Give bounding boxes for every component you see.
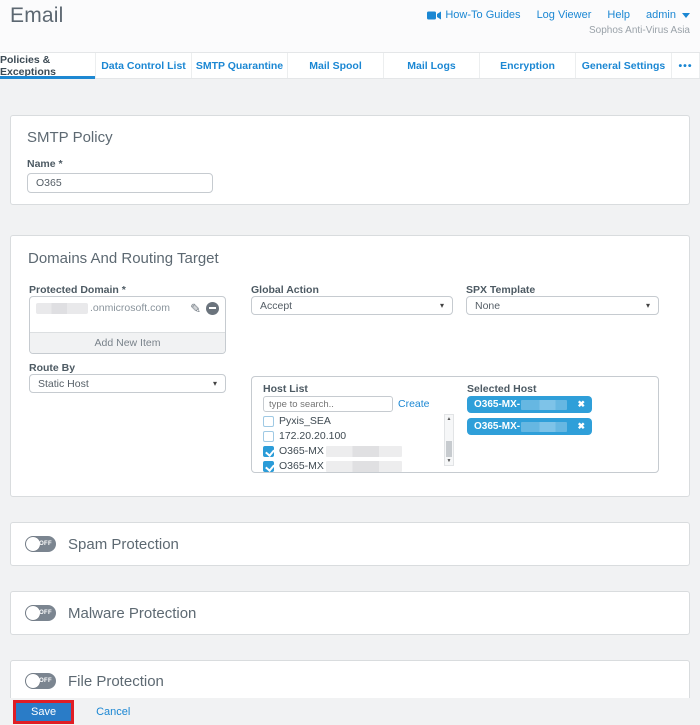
spam-protection-toggle[interactable]: OFF [25,536,56,552]
redacted-domain-prefix [36,303,88,314]
help-link[interactable]: Help [607,9,630,21]
tab-policies-exceptions[interactable]: Policies & Exceptions [0,53,96,78]
header-links: How-To Guides Log Viewer Help admin [427,9,690,21]
host-list-item[interactable]: O365-MX [263,459,439,473]
action-footer: Save Cancel [0,698,700,725]
host-list-item[interactable]: O365-MX [263,444,439,458]
tab-overflow-more[interactable]: ••• [672,53,700,78]
cancel-link[interactable]: Cancel [96,706,130,718]
host-list-title: Host List [263,383,308,395]
tab-mail-logs[interactable]: Mail Logs [384,53,480,78]
host-search-input[interactable] [263,396,393,412]
remove-minus-icon[interactable] [206,302,219,315]
protected-domain-row: .onmicrosoft.com ✎ [30,297,225,319]
redacted-chip-suffix [521,400,567,410]
host-checkbox[interactable] [263,416,274,427]
save-button[interactable]: Save [16,703,71,721]
selected-host-title: Selected Host [467,383,536,395]
selected-host-chips: O365-MX- ✖ O365-MX- ✖ [467,396,592,440]
host-checkbox[interactable] [263,461,274,472]
annotation-highlight-red-box: Save [13,700,74,724]
tab-bar: Policies & Exceptions Data Control List … [0,52,700,79]
host-list-item[interactable]: Pyxis_SEA [263,414,439,428]
route-by-label: Route By [29,362,75,374]
redacted-host-suffix [326,446,402,457]
spx-template-select[interactable]: None ▾ [466,296,659,315]
smtp-policy-card: SMTP Policy Name * [10,115,690,205]
redacted-host-suffix [326,461,402,472]
chevron-down-icon [682,13,690,18]
toggle-state-label: OFF [39,541,52,547]
tab-mail-spool[interactable]: Mail Spool [288,53,384,78]
file-protection-toggle[interactable]: OFF [25,673,56,689]
domains-routing-card: Domains And Routing Target Protected Dom… [10,235,690,497]
spam-protection-card: OFF Spam Protection [10,522,690,566]
toggle-knob [26,606,40,620]
tab-smtp-quarantine[interactable]: SMTP Quarantine [192,53,288,78]
admin-menu[interactable]: admin [646,9,690,21]
ellipsis-icon: ••• [678,60,692,72]
remove-chip-icon[interactable]: ✖ [577,400,585,409]
global-action-label: Global Action [251,284,319,296]
host-checkbox[interactable] [263,431,274,442]
spx-template-label: SPX Template [466,284,535,296]
host-list-item[interactable]: 172.20.20.100 [263,429,439,443]
domains-routing-title: Domains And Routing Target [28,250,219,267]
select-caret-icon: ▾ [646,301,650,310]
page-header: Email How-To Guides Log Viewer Help admi… [0,0,700,52]
how-to-guides-link[interactable]: How-To Guides [427,9,520,21]
remove-chip-icon[interactable]: ✖ [577,422,585,431]
selected-host-chip: O365-MX- ✖ [467,396,592,413]
protected-domain-value: .onmicrosoft.com [90,302,190,314]
host-checkbox[interactable] [263,446,274,457]
toggle-state-label: OFF [39,610,52,616]
create-host-link[interactable]: Create [398,398,430,410]
video-camera-icon [427,11,441,20]
log-viewer-link[interactable]: Log Viewer [537,9,592,21]
scroll-down-icon[interactable]: ▼ [445,457,453,465]
selected-host-chip: O365-MX- ✖ [467,418,592,435]
host-list-scrollbar[interactable]: ▲ ▼ [444,414,454,466]
spam-protection-label: Spam Protection [68,536,179,553]
malware-protection-card: OFF Malware Protection [10,591,690,635]
toggle-knob [26,537,40,551]
scroll-up-icon[interactable]: ▲ [445,415,453,423]
protected-domain-label: Protected Domain * [29,284,126,296]
redacted-chip-suffix [521,422,567,432]
route-by-select[interactable]: Static Host ▾ [29,374,226,393]
malware-protection-label: Malware Protection [68,605,196,622]
malware-protection-toggle[interactable]: OFF [25,605,56,621]
tab-data-control-list[interactable]: Data Control List [96,53,192,78]
file-protection-label: File Protection [68,673,164,690]
protected-domain-list: .onmicrosoft.com ✎ Add New Item [29,296,226,354]
scrollbar-thumb[interactable] [446,441,452,457]
smtp-policy-title: SMTP Policy [27,129,673,146]
policy-name-input[interactable] [27,173,213,193]
tab-encryption[interactable]: Encryption [480,53,576,78]
toggle-knob [26,674,40,688]
toggle-state-label: OFF [39,678,52,684]
edit-pencil-icon[interactable]: ✎ [190,302,201,315]
global-action-select[interactable]: Accept ▾ [251,296,453,315]
add-new-item-button[interactable]: Add New Item [30,332,225,353]
tenant-name: Sophos Anti-Virus Asia [589,25,690,36]
select-caret-icon: ▾ [440,301,444,310]
select-caret-icon: ▾ [213,379,217,388]
name-label: Name * [27,158,673,170]
host-list: Pyxis_SEA 172.20.20.100 O365-MX O365-MX [263,414,439,474]
tab-general-settings[interactable]: General Settings [576,53,672,78]
host-selector-panel: Host List Create Pyxis_SEA 172.20.20.100… [251,376,659,473]
